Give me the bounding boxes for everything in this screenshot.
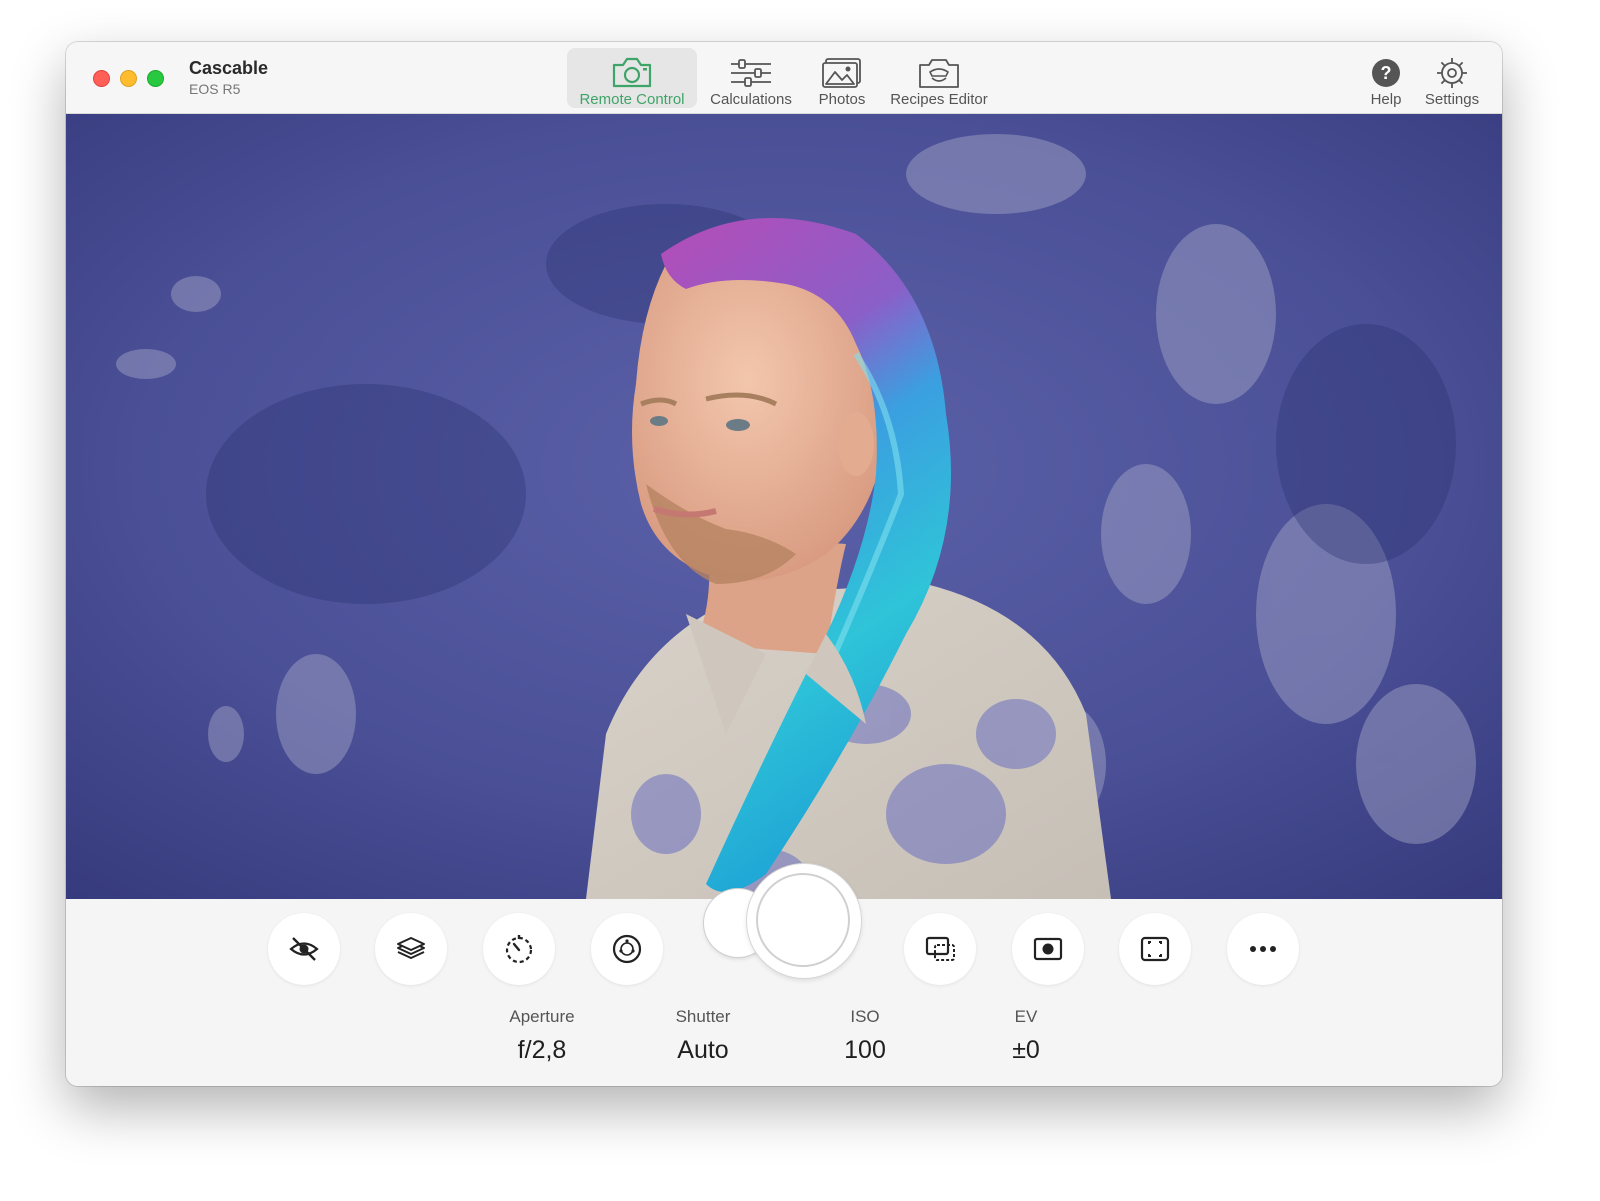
photo-stack-icon [822, 58, 861, 88]
ev-label: EV [1014, 1007, 1038, 1026]
question-mark-icon: ? [1372, 59, 1400, 87]
window-zoom-button[interactable] [147, 70, 164, 87]
tab-label: Settings [1424, 91, 1480, 108]
tab-photos[interactable]: Photos [806, 48, 878, 108]
iso-label: ISO [850, 1007, 880, 1026]
live-view-image[interactable] [66, 114, 1502, 899]
aperture-value: f/2,8 [517, 1036, 567, 1064]
timer-icon [505, 935, 533, 964]
camera-model: EOS R5 [189, 81, 241, 97]
recipes-icon [919, 59, 959, 88]
shutter-button-inner [756, 873, 850, 967]
tab-label: Recipes Editor [890, 91, 988, 108]
tab-calculations[interactable]: Calculations [702, 48, 800, 108]
settings-button[interactable]: Settings [1418, 48, 1486, 108]
metering-icon [1033, 937, 1063, 961]
sliders-icon [731, 59, 771, 87]
toolbar: Cascable EOS R5 Remote Control Calculati… [66, 42, 1502, 114]
camera-icon [612, 57, 652, 88]
layers-icon [397, 937, 425, 959]
eye-slash-icon [289, 937, 319, 961]
shutter-label: Shutter [675, 1007, 731, 1026]
help-button[interactable]: ? Help [1358, 48, 1414, 108]
ev-control[interactable]: EV ±0 [966, 1007, 1086, 1065]
tab-label: Photos [818, 91, 866, 108]
ev-value: ±0 [1012, 1036, 1040, 1064]
app-window: Cascable EOS R5 Remote Control Calculati… [66, 42, 1502, 1086]
tab-label: Help [1370, 91, 1402, 108]
iso-value: 100 [844, 1036, 886, 1064]
tab-recipes-editor[interactable]: Recipes Editor [884, 48, 994, 108]
svg-text:?: ? [1381, 63, 1392, 83]
aperture-label: Aperture [509, 1007, 575, 1026]
shutter-speed-control[interactable]: Shutter Auto [643, 1007, 763, 1065]
window-close-button[interactable] [93, 70, 110, 87]
focus-area-button[interactable] [1119, 913, 1191, 985]
app-title: Cascable [189, 58, 269, 78]
more-button[interactable] [1227, 913, 1299, 985]
metering-button[interactable] [1012, 913, 1084, 985]
layers-button[interactable] [375, 913, 447, 985]
tab-label: Remote Control [579, 91, 685, 108]
more-ellipsis-icon [1250, 946, 1276, 952]
display-output-button[interactable] [904, 913, 976, 985]
exposure-mode-button[interactable] [591, 913, 663, 985]
display-screens-icon [925, 936, 955, 961]
tab-remote-control[interactable]: Remote Control [567, 48, 697, 108]
shutter-value: Auto [677, 1036, 729, 1064]
exposure-mode-dial-icon [612, 934, 642, 964]
controls-bar: Aperture f/2,8 Shutter Auto ISO 100 EV ±… [66, 864, 1502, 1086]
timer-button[interactable] [483, 913, 555, 985]
window-minimize-button[interactable] [120, 70, 137, 87]
focus-frame-icon [1140, 936, 1170, 962]
tab-label: Calculations [710, 91, 792, 108]
hide-overlays-button[interactable] [268, 913, 340, 985]
aperture-control[interactable]: Aperture f/2,8 [482, 1007, 602, 1065]
iso-control[interactable]: ISO 100 [805, 1007, 925, 1065]
gear-icon [1437, 58, 1467, 88]
shutter-button[interactable] [747, 864, 861, 978]
